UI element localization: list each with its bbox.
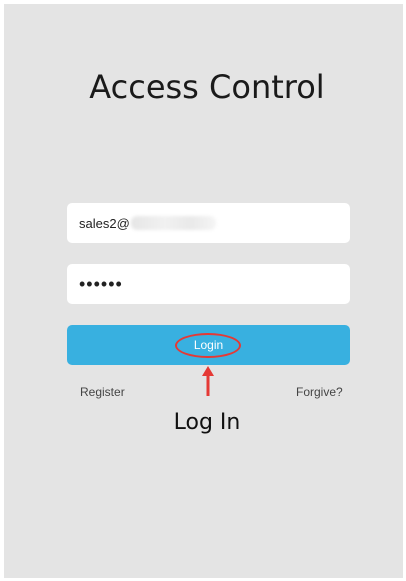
app-screen: Access Control sales2@ •••••• Login Regi…: [4, 4, 403, 578]
forgive-link[interactable]: Forgive?: [296, 385, 343, 399]
highlight-ellipse: [175, 333, 241, 358]
annotation-caption: Log In: [173, 410, 241, 435]
page-title: Access Control: [89, 68, 325, 106]
password-value: ••••••: [79, 273, 123, 294]
email-field[interactable]: sales2@: [67, 203, 350, 243]
red-arrow-icon: [202, 366, 214, 396]
password-field[interactable]: ••••••: [67, 264, 350, 304]
register-link[interactable]: Register: [80, 385, 125, 399]
login-button[interactable]: Login: [67, 325, 350, 365]
redacted-blur: [130, 216, 216, 230]
email-value: sales2@: [79, 215, 130, 231]
